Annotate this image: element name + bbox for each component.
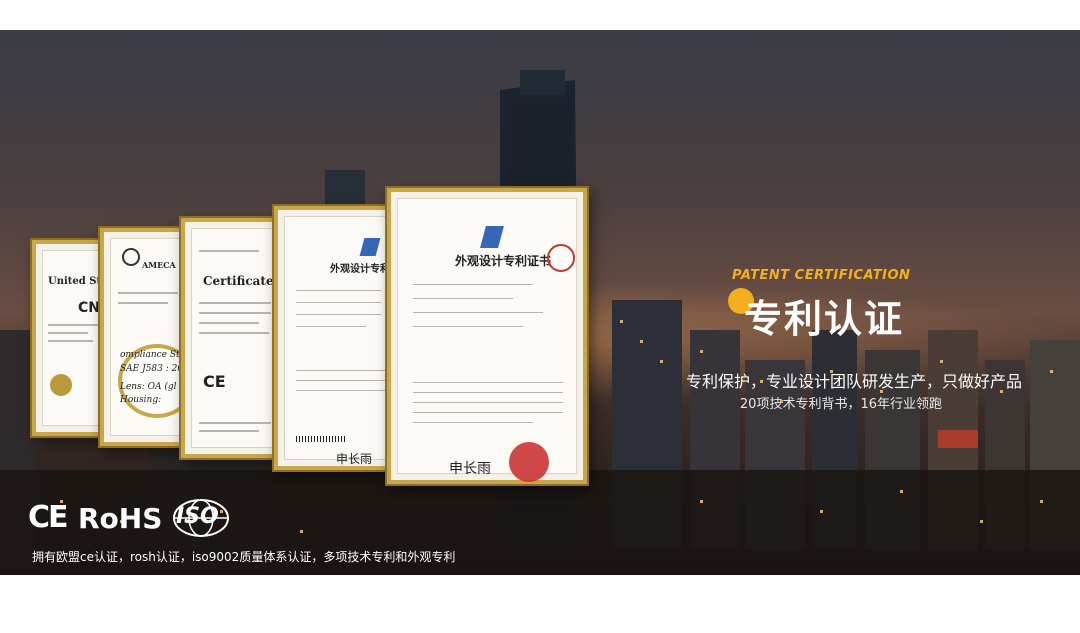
compliance-line: Housing: [120,395,162,405]
ce-mark: CE [203,372,226,391]
certificate-design-patent-1: 外观设计专利 申长雨 [274,206,396,470]
footer-text: 拥有欧盟ce认证，rosh认证，iso9002质量体系认证，多项技术专利和外观专… [32,550,456,564]
rohs-logo: RoHS [78,502,163,535]
iso-logo: ISO [172,498,230,538]
red-seal-icon [509,442,549,482]
certificate-code: CN [78,300,100,316]
certificate-title: 外观设计专利证书 [455,254,552,268]
signature: 申长雨 [336,452,373,466]
certificate-title: AMECA [142,260,176,270]
hero-banner: United States CN AMECA ompliance Stat SA… [0,30,1080,575]
barcode-icon [296,436,346,442]
certificate-ce: Certificate of C CE [181,218,305,458]
red-stamp-icon [547,244,575,272]
patent-description: 专利保护，专业设计团队研发生产，只做好产品 [685,372,1022,391]
compliance-line: Lens: OA (gl [120,382,177,392]
certificate-ameca: AMECA ompliance Stat SAE J583 : 2016 Len… [100,228,196,446]
compliance-line: ompliance Stat [120,350,189,360]
patent-title-en: PATENT CERTIFICATION [732,268,911,283]
ameca-logo-icon [122,248,140,266]
certificate-title: 外观设计专利 [330,264,390,275]
certificate-us-patent: United States CN [32,240,124,436]
certification-logos: CE RoHS ISO [28,498,248,542]
iso-text: ISO [176,504,219,529]
patent-title-cn: 专利认证 [744,297,905,341]
certificate-design-patent-2: 外观设计专利证书 申长雨 [387,188,587,484]
patent-subdescription: 20项技术专利背书，16年行业领跑 [739,397,942,412]
ce-logo: CE [28,500,68,535]
seal-icon [50,374,72,396]
signature: 申长雨 [449,461,491,477]
